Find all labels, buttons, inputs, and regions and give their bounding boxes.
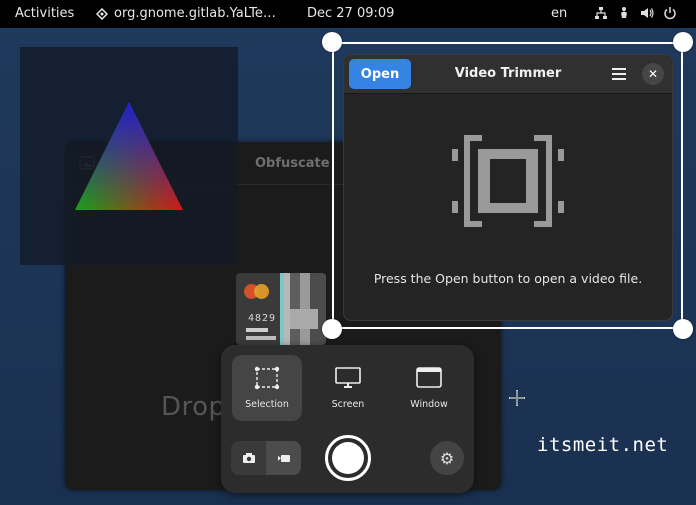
crosshair-cursor-icon [509, 390, 525, 406]
capture-type-toggle[interactable] [231, 441, 301, 475]
selection-icon [254, 366, 280, 390]
mode-window-button[interactable]: Window [394, 355, 464, 421]
credit-card-image: 4829 [236, 273, 326, 345]
video-capture-button[interactable] [266, 441, 301, 475]
capture-shutter-button[interactable] [325, 435, 371, 481]
app-menu[interactable]: org.gnome.gitlab.YaLTe… [96, 6, 276, 21]
mode-label: Selection [245, 399, 289, 410]
selection-area[interactable] [332, 42, 683, 329]
monitor-icon [335, 367, 361, 388]
clock[interactable]: Dec 27 09:09 [307, 6, 394, 21]
card-detail-line [246, 328, 268, 332]
window-icon [416, 367, 442, 388]
network-icon [593, 5, 608, 20]
selection-handle-top-left[interactable] [322, 32, 342, 52]
mode-label: Window [410, 399, 448, 410]
rgb-triangle-image [75, 102, 183, 210]
selection-handle-bottom-right[interactable] [673, 319, 693, 339]
mode-selection-button[interactable]: Selection [232, 355, 302, 421]
card-number: 4829 [248, 313, 277, 324]
mode-screen-button[interactable]: Screen [313, 355, 383, 421]
shutter-inner [332, 442, 364, 474]
triangle-window[interactable] [20, 47, 238, 265]
activities-button[interactable]: Activities [15, 6, 74, 21]
volume-icon [639, 5, 654, 20]
system-tray[interactable] [593, 5, 677, 20]
watermark-text: itsmeit.net [537, 434, 669, 456]
pixelated-region [290, 309, 318, 329]
language-indicator[interactable]: en [551, 6, 567, 21]
accessibility-icon [616, 5, 631, 20]
selection-handle-bottom-left[interactable] [322, 319, 342, 339]
top-bar: Activities org.gnome.gitlab.YaLTe… Dec 2… [0, 0, 696, 28]
app-icon [96, 7, 108, 20]
app-name: org.gnome.gitlab.YaLTe… [114, 6, 276, 21]
card-logo-orange [254, 284, 269, 299]
power-icon [662, 5, 677, 20]
camera-icon [242, 453, 255, 463]
obfuscate-title: Obfuscate [255, 156, 330, 171]
screenshot-panel: Selection Screen Window ⚙ [221, 345, 474, 493]
selection-handle-top-right[interactable] [673, 32, 693, 52]
drop-hint-text: Drop [161, 392, 226, 422]
video-camera-icon [277, 455, 290, 462]
photo-capture-button[interactable] [231, 441, 266, 475]
card-detail-line [246, 336, 276, 340]
settings-gear-icon[interactable]: ⚙ [430, 441, 464, 475]
mode-label: Screen [331, 399, 365, 410]
